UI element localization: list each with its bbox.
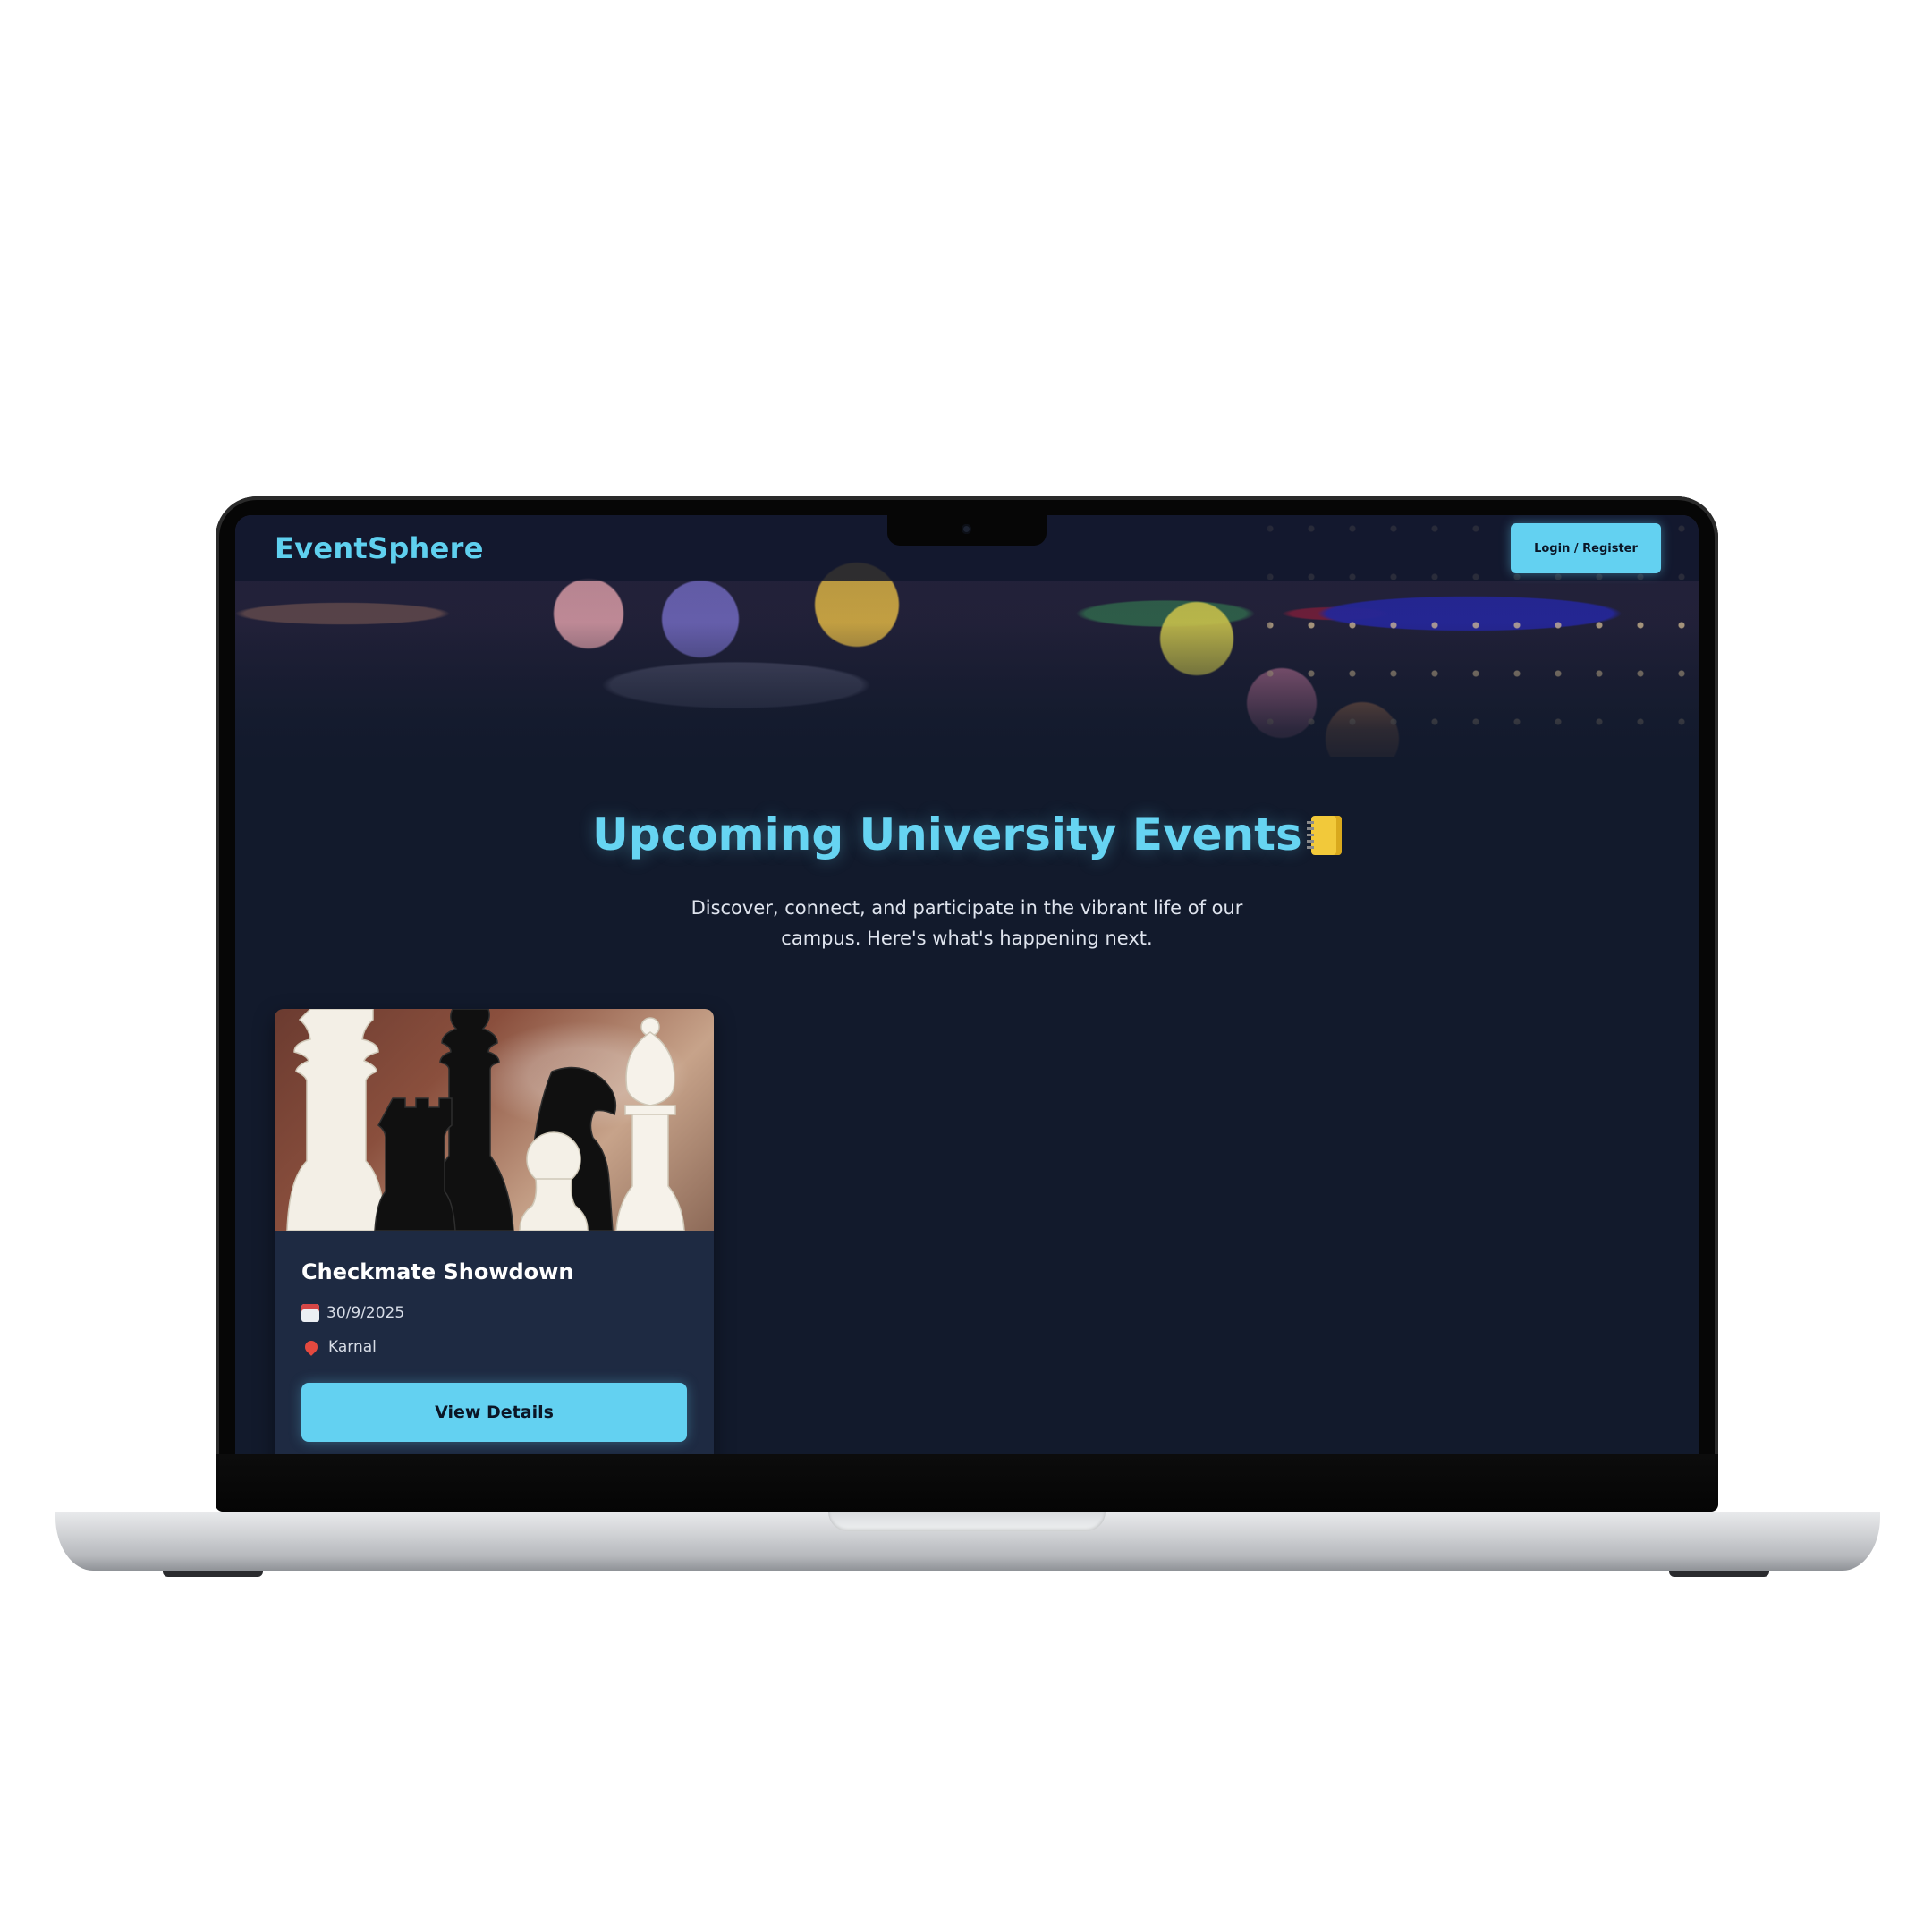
brand-logo[interactable]: EventSphere xyxy=(275,531,484,565)
chess-pieces-illustration xyxy=(286,1009,685,1232)
calendar-icon xyxy=(301,1304,319,1322)
event-card-body: Checkmate Showdown 30/9/2025 Karnal View… xyxy=(275,1259,714,1442)
event-location: Karnal xyxy=(328,1338,377,1356)
event-location-row: Karnal xyxy=(301,1338,687,1356)
laptop-chin xyxy=(216,1454,1718,1512)
event-date: 30/9/2025 xyxy=(326,1304,405,1322)
event-date-row: 30/9/2025 xyxy=(301,1304,687,1322)
page-subtitle: Discover, connect, and participate in th… xyxy=(691,897,1243,949)
event-title: Checkmate Showdown xyxy=(301,1259,574,1284)
notebook-icon xyxy=(1306,816,1342,855)
page-title-text: Upcoming University Events xyxy=(592,809,1302,860)
event-card[interactable]: Checkmate Showdown 30/9/2025 Karnal View… xyxy=(275,1009,714,1454)
screen: EventSphere Login / Register Upcoming Un… xyxy=(235,515,1699,1454)
laptop-groove xyxy=(828,1512,1106,1531)
event-image xyxy=(275,1009,714,1232)
view-details-button[interactable]: View Details xyxy=(301,1383,687,1442)
pin-icon xyxy=(302,1338,320,1356)
login-register-button[interactable]: Login / Register xyxy=(1511,523,1661,573)
laptop-foot-left xyxy=(163,1571,263,1577)
camera-icon xyxy=(962,524,971,534)
page-title: Upcoming University Events xyxy=(235,809,1699,860)
laptop-foot-right xyxy=(1669,1571,1769,1577)
